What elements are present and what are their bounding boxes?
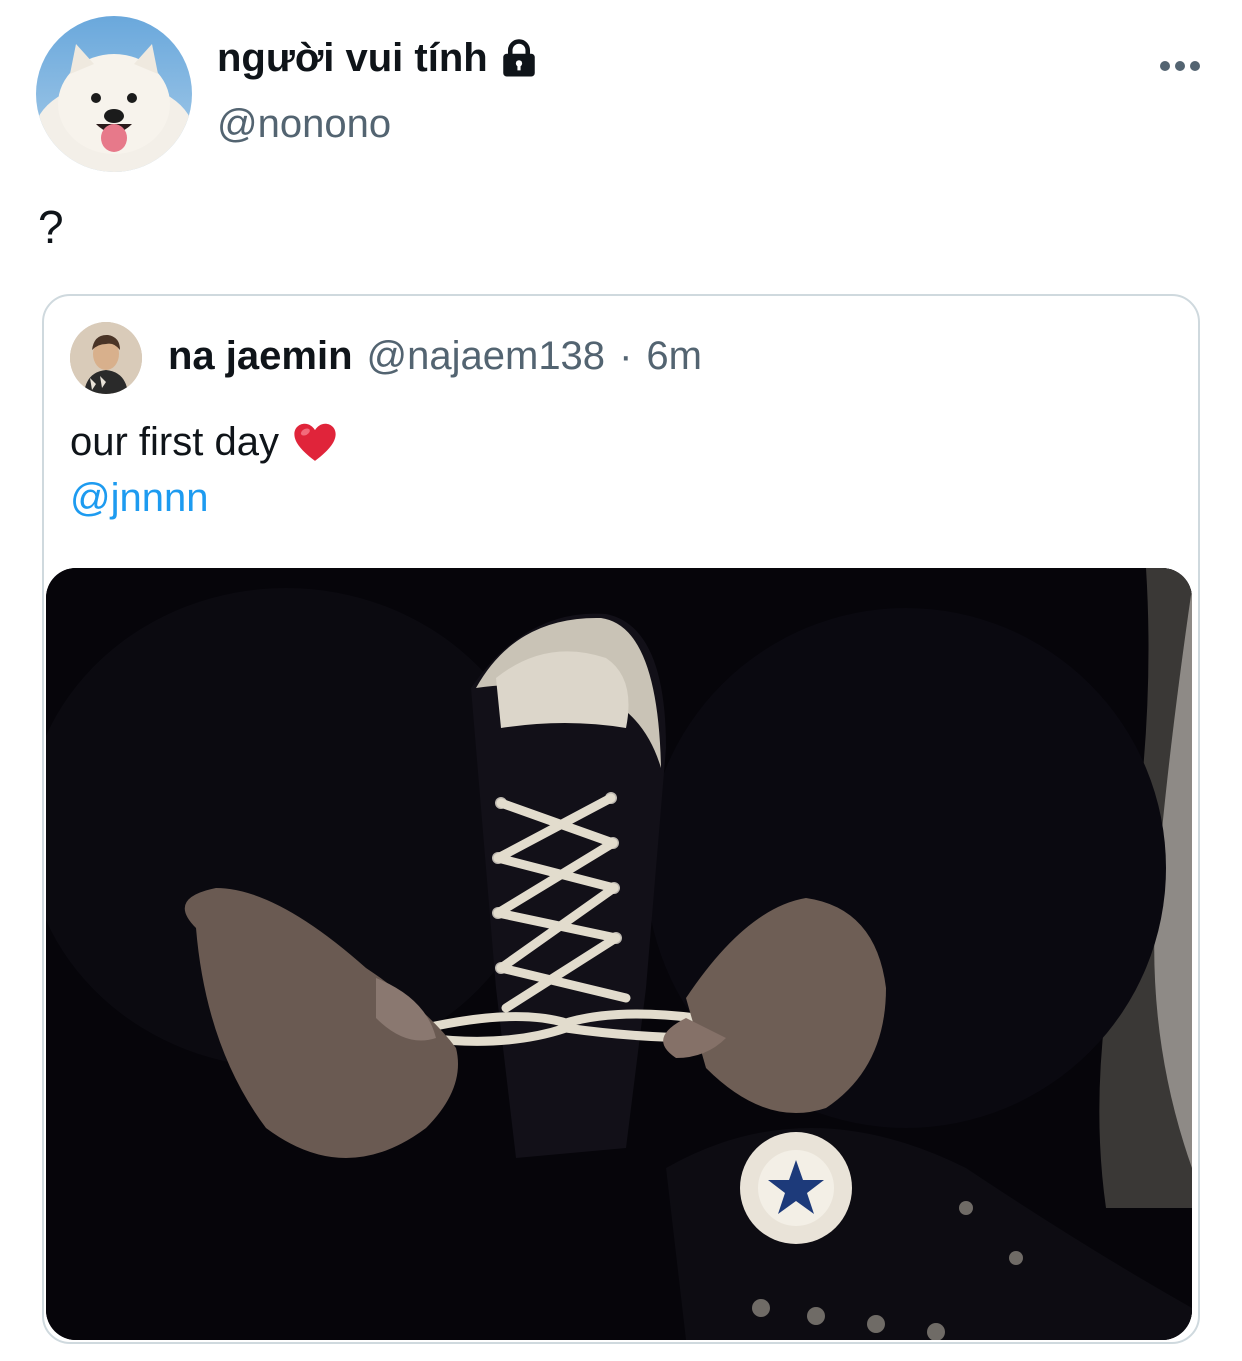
mention-link[interactable]: @jnnnn: [70, 476, 208, 521]
meta-separator: ·: [619, 334, 633, 378]
quoted-text-row: our first day: [70, 420, 337, 465]
person-avatar-image: [70, 322, 142, 394]
tweet-text: ?: [38, 201, 64, 253]
red-heart-icon: [294, 423, 336, 461]
quoted-header: na jaemin @najaem138 · 6m: [168, 334, 702, 379]
quoted-tweet-card[interactable]: na jaemin @najaem138 · 6m our first day …: [42, 294, 1200, 1344]
quoted-media-photo[interactable]: [46, 568, 1192, 1340]
more-options-icon[interactable]: [1152, 50, 1208, 82]
quoted-text: our first day: [70, 420, 279, 464]
dot: [1175, 61, 1185, 71]
quoted-timestamp[interactable]: 6m: [646, 334, 702, 379]
dot: [1190, 61, 1200, 71]
author-name-row[interactable]: người vui tính: [217, 36, 540, 81]
quoted-author-avatar[interactable]: [70, 322, 142, 394]
lock-icon: [502, 38, 535, 76]
author-handle[interactable]: @nonono: [217, 102, 391, 147]
author-display-name: người vui tính: [217, 36, 488, 80]
sneakers-photo-image: [46, 568, 1192, 1340]
quoted-handle[interactable]: @najaem138: [367, 334, 606, 379]
dot: [1160, 61, 1170, 71]
samoyed-avatar-image: [36, 16, 192, 172]
author-avatar[interactable]: [36, 16, 192, 172]
quoted-display-name[interactable]: na jaemin: [168, 334, 353, 379]
